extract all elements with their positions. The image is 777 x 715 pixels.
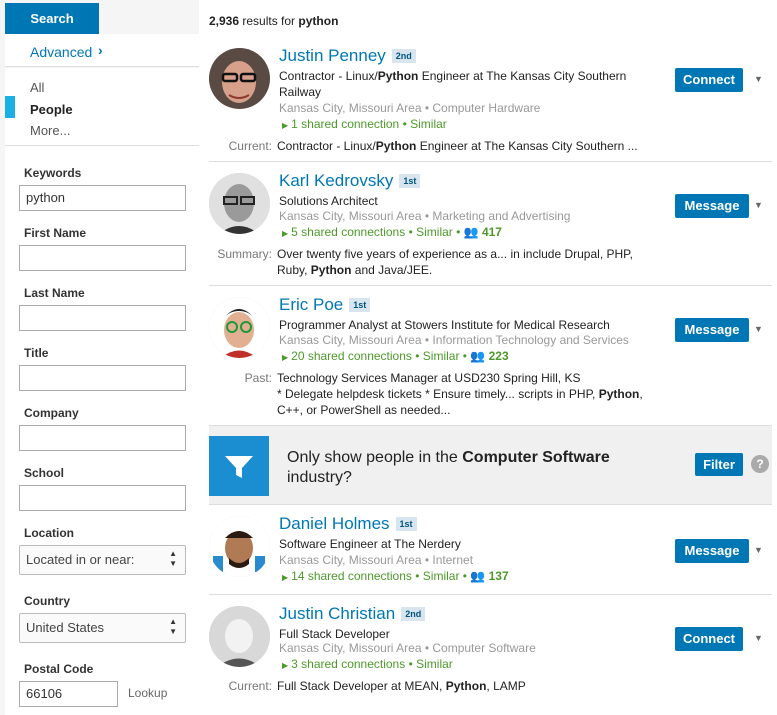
lookup-link[interactable]: Lookup [128, 686, 167, 700]
person-name[interactable]: Eric Poe 1st [279, 295, 371, 315]
avatar[interactable] [209, 173, 270, 234]
shared-connections[interactable]: ▶ 1 shared connection • Similar [282, 117, 447, 131]
chevron-down-icon[interactable]: ▼ [754, 200, 763, 210]
select-arrows-icon: ▲ ▼ [169, 549, 177, 568]
person-headline: Solutions Architect [279, 194, 378, 208]
avatar[interactable] [209, 516, 270, 577]
person-headline: Contractor - Linux/Python Engineer at Th… [279, 69, 627, 99]
first-name-label: First Name [24, 226, 87, 240]
person-location: Kansas City, Missouri Area • Information… [279, 333, 629, 347]
first-name-input[interactable] [19, 245, 186, 271]
person-name[interactable]: Karl Kedrovsky 1st [279, 171, 421, 191]
person-headline: Programmer Analyst at Stowers Institute … [279, 318, 610, 332]
postal-code-label: Postal Code [24, 662, 94, 676]
nav-item-people[interactable]: People [30, 102, 73, 117]
avatar[interactable] [209, 48, 270, 109]
connection-degree-badge: 2nd [391, 49, 416, 63]
location-select-value: Located in or near: [26, 552, 135, 567]
filter-button[interactable]: Filter [695, 453, 743, 476]
company-input[interactable] [19, 425, 186, 451]
message-button[interactable]: Message [675, 194, 749, 218]
shared-connections[interactable]: ▶ 14 shared connections • Similar • 👥 137 [282, 569, 509, 583]
school-label: School [24, 466, 65, 480]
result-card: Justin Christian 2nd Full Stack Developer… [209, 596, 772, 704]
shared-connections[interactable]: ▶ 20 shared connections • Similar • 👥 223 [282, 349, 509, 363]
select-arrows-icon: ▲ ▼ [169, 617, 177, 636]
country-label: Country [24, 594, 70, 608]
connection-degree-badge: 2nd [401, 607, 426, 621]
connection-degree-badge: 1st [399, 174, 421, 188]
search-tab[interactable]: Search [5, 3, 99, 34]
connection-degree-badge: 1st [395, 517, 417, 531]
connect-button[interactable]: Connect [675, 68, 743, 92]
nav-item-all[interactable]: All [30, 80, 44, 95]
industry-filter-banner: Only show people in the Computer Softwar… [209, 426, 772, 505]
title-input[interactable] [19, 365, 186, 391]
search-results: 2,936 results for python Justin Penney 2n… [207, 0, 777, 715]
filter-banner-text: Only show people in the Computer Softwar… [287, 449, 610, 486]
search-sidebar: Search Advanced › All People More... Key… [0, 0, 199, 715]
person-location: Kansas City, Missouri Area • Computer Ha… [279, 101, 541, 115]
chevron-down-icon[interactable]: ▼ [754, 633, 763, 643]
company-label: Company [24, 406, 79, 420]
title-label: Title [24, 346, 49, 360]
result-card: Justin Penney 2nd Contractor - Linux/Pyth… [209, 38, 772, 162]
results-count: 2,936 results for python [209, 14, 339, 28]
person-headline: Software Engineer at The Nerdery [279, 537, 461, 551]
keywords-input[interactable]: python [19, 185, 186, 211]
person-name[interactable]: Daniel Holmes 1st [279, 514, 417, 534]
result-card: Daniel Holmes 1st Software Engineer at Th… [209, 506, 772, 595]
person-location: Kansas City, Missouri Area • Marketing a… [279, 209, 571, 223]
location-select[interactable]: Located in or near: ▲ ▼ [19, 545, 186, 575]
school-input[interactable] [19, 485, 186, 511]
filter-icon [209, 436, 269, 496]
active-nav-marker [5, 96, 15, 118]
avatar[interactable] [209, 606, 270, 667]
result-card: Eric Poe 1st Programmer Analyst at Stower… [209, 287, 772, 426]
person-name[interactable]: Justin Penney 2nd [279, 46, 416, 66]
connection-degree-badge: 1st [349, 298, 371, 312]
postal-code-input[interactable]: 66106 [19, 681, 118, 707]
result-card: Karl Kedrovsky 1st Solutions Architect Ka… [209, 163, 772, 286]
country-select-value: United States [26, 620, 105, 635]
person-location: Kansas City, Missouri Area • Internet [279, 553, 474, 567]
nav-item-more[interactable]: More... [30, 123, 70, 138]
advanced-label: Advanced [30, 44, 93, 60]
chevron-right-icon: › [98, 42, 103, 58]
message-button[interactable]: Message [675, 539, 749, 563]
person-location: Kansas City, Missouri Area • Computer So… [279, 641, 536, 655]
help-icon[interactable]: ? [751, 455, 769, 473]
avatar[interactable] [209, 297, 270, 358]
connect-button[interactable]: Connect [675, 627, 743, 651]
shared-connections[interactable]: ▶ 3 shared connections • Similar [282, 657, 453, 671]
result-type-nav: All People More... [5, 68, 199, 146]
chevron-down-icon[interactable]: ▼ [754, 74, 763, 84]
groups-icon: 👥 [470, 569, 486, 583]
person-headline: Full Stack Developer [279, 627, 390, 641]
shared-connections[interactable]: ▶ 5 shared connections • Similar • 👥 417 [282, 225, 502, 239]
last-name-label: Last Name [24, 286, 85, 300]
message-button[interactable]: Message [675, 318, 749, 342]
groups-icon: 👥 [470, 349, 486, 363]
chevron-down-icon[interactable]: ▼ [754, 545, 763, 555]
chevron-down-icon[interactable]: ▼ [754, 324, 763, 334]
groups-icon: 👥 [463, 225, 479, 239]
person-name[interactable]: Justin Christian 2nd [279, 604, 426, 624]
last-name-input[interactable] [19, 305, 186, 331]
advanced-search-link[interactable]: Advanced › [5, 34, 199, 67]
search-filters: Keywords python First Name Last Name Tit… [5, 146, 199, 715]
keywords-label: Keywords [24, 166, 82, 180]
location-label: Location [24, 526, 74, 540]
country-select[interactable]: United States ▲ ▼ [19, 613, 186, 643]
